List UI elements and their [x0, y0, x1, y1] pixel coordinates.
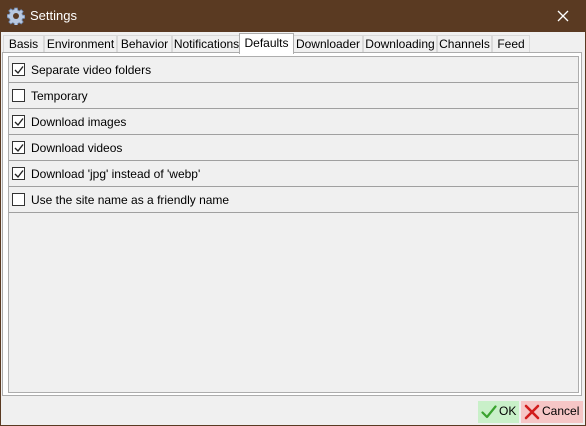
checkmark-icon: [14, 66, 24, 75]
tab-downloader[interactable]: Downloader: [293, 35, 363, 53]
checkbox[interactable]: [12, 167, 25, 180]
tab-behavior[interactable]: Behavior: [117, 35, 172, 53]
cross-icon: [524, 404, 540, 426]
checkbox[interactable]: [12, 63, 25, 76]
option-label: Use the site name as a friendly name: [31, 193, 230, 207]
tab-channels[interactable]: Channels: [437, 35, 492, 53]
title-bar: Settings: [0, 0, 586, 32]
checkbox[interactable]: [12, 89, 25, 102]
checkmark-icon: [14, 144, 24, 153]
cancel-label: Cancel: [542, 404, 580, 418]
option-separate-video-folders[interactable]: Separate video folders: [9, 57, 578, 83]
ok-label: OK: [499, 404, 517, 418]
close-button[interactable]: [540, 0, 586, 32]
option-label: Download videos: [31, 141, 123, 155]
option-download-jpg[interactable]: Download 'jpg' instead of 'webp': [9, 161, 578, 187]
ok-button[interactable]: OK: [478, 401, 519, 423]
option-download-images[interactable]: Download images: [9, 109, 578, 135]
tab-basis[interactable]: Basis: [3, 35, 44, 53]
option-download-videos[interactable]: Download videos: [9, 135, 578, 161]
option-label: Separate video folders: [31, 63, 152, 77]
checkbox[interactable]: [12, 141, 25, 154]
option-label: Temporary: [31, 89, 88, 103]
option-site-name-friendly[interactable]: Use the site name as a friendly name: [9, 187, 578, 213]
tab-notifications[interactable]: Notifications: [172, 35, 241, 53]
window-title: Settings: [30, 8, 77, 23]
close-icon: [557, 10, 569, 22]
tab-feed[interactable]: Feed: [492, 35, 530, 53]
option-label: Download images: [31, 115, 127, 129]
check-icon: [481, 404, 497, 426]
option-label: Download 'jpg' instead of 'webp': [31, 167, 201, 181]
gear-icon: [6, 7, 26, 26]
option-temporary[interactable]: Temporary: [9, 83, 578, 109]
checkbox[interactable]: [12, 115, 25, 128]
checkbox[interactable]: [12, 193, 25, 206]
tab-downloading[interactable]: Downloading: [363, 35, 437, 53]
cancel-button[interactable]: Cancel: [521, 401, 583, 423]
options-list: Separate video folders Temporary Downloa…: [8, 56, 579, 393]
tab-defaults[interactable]: Defaults: [239, 33, 294, 54]
tab-environment[interactable]: Environment: [44, 35, 117, 53]
checkmark-icon: [14, 118, 24, 127]
checkmark-icon: [14, 170, 24, 179]
defaults-panel: Separate video folders Temporary Downloa…: [2, 52, 582, 396]
